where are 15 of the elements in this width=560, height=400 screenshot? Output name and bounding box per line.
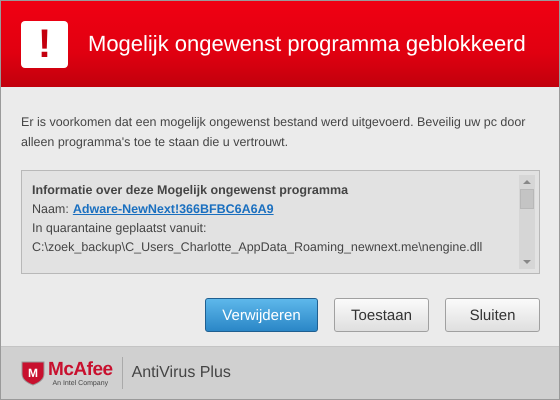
brand-name: McAfee xyxy=(48,360,113,380)
message-text: Er is voorkomen dat een mogelijk ongewenst bestand werd uitgevoerd. Beveilig uw pc door alleen programma's toe te staan die u vertrouwt. xyxy=(21,114,526,151)
scrollbar[interactable] xyxy=(519,175,535,269)
dialog-button[interactable]: Sluiten xyxy=(445,298,540,332)
info-heading: Informatie over deze Mogelijk ongewenst programma xyxy=(32,182,348,199)
alert-title: Mogelijk ongewenst programma geblokkeerd xyxy=(88,31,526,57)
dialog-button[interactable]: Toestaan xyxy=(334,298,429,332)
shield-logo-icon: M xyxy=(21,360,45,386)
origin-label: In quarantaine geplaatst vanuit: xyxy=(32,220,206,237)
name-label: Naam: xyxy=(32,201,69,218)
product-name: AntiVirus Plus xyxy=(132,364,231,382)
scrollbar-thumb[interactable] xyxy=(520,189,534,209)
warning-icon: ! xyxy=(21,20,68,68)
threat-link[interactable]: Adware-NewNext!366BFBC6A6A9 xyxy=(72,200,274,219)
file-path: C:\zoek_backup\C_Users_Charlotte_AppData_Roaming_newnext.me\nengine.dll xyxy=(32,239,482,256)
